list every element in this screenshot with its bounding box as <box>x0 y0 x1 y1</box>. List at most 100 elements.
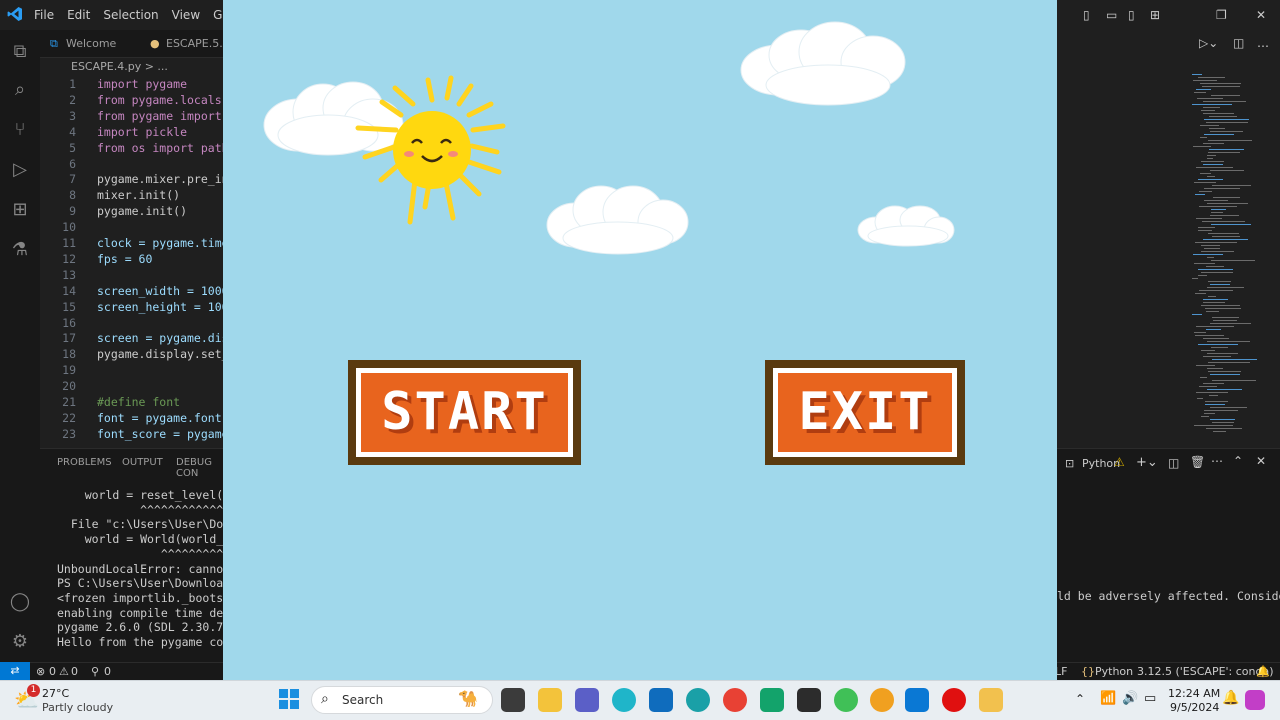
search-icon[interactable]: ⌕ <box>8 78 32 102</box>
code-text[interactable]: fps = 60 <box>97 251 152 267</box>
split-editor-icon[interactable]: ◫ <box>1233 36 1244 50</box>
tab-debug-console[interactable]: DEBUG CON <box>176 457 223 479</box>
chrome-canary-icon[interactable] <box>870 688 894 712</box>
copilot-icon[interactable] <box>1245 690 1265 710</box>
tab-welcome[interactable]: ⧉ Welcome <box>40 30 138 58</box>
explorer-icon[interactable]: ⧉ <box>8 40 32 64</box>
ports-count[interactable]: 0 <box>104 665 111 678</box>
start-button[interactable]: START <box>348 360 581 465</box>
pygame-taskbar-icon[interactable] <box>979 688 1003 712</box>
tab-problems[interactable]: PROBLEMS <box>57 457 112 468</box>
extensions-icon[interactable]: ⊞ <box>8 198 32 222</box>
weather-widget[interactable]: ⛅ 1 <box>14 684 42 712</box>
minimap-line <box>1210 407 1247 408</box>
remote-indicator-icon[interactable]: ⇄ <box>0 662 30 680</box>
warnings-count[interactable]: 0 <box>71 665 78 678</box>
code-text[interactable]: pygame.init() <box>97 203 187 219</box>
minimap-line <box>1205 308 1241 309</box>
exit-button[interactable]: EXIT <box>765 360 965 465</box>
teams-icon[interactable] <box>575 688 599 712</box>
code-text[interactable]: pygame.mixer.pre_ini <box>97 171 223 187</box>
code-text[interactable]: import pygame <box>97 76 187 92</box>
minimap[interactable] <box>1180 60 1270 450</box>
clock-time[interactable]: 12:24 AM <box>1168 687 1220 700</box>
pygame-window[interactable]: START EXIT <box>223 0 1057 680</box>
vscode-taskbar-icon[interactable] <box>905 688 929 712</box>
volume-icon[interactable]: 🔊 <box>1122 691 1138 706</box>
code-text[interactable]: clock = pygame.time. <box>97 235 223 251</box>
toggle-sidebar-icon[interactable]: ▯ <box>1083 8 1090 22</box>
mail-icon[interactable] <box>649 688 673 712</box>
edge-icon[interactable] <box>686 688 710 712</box>
canva-icon[interactable] <box>612 688 636 712</box>
menu-view[interactable]: View <box>172 8 200 22</box>
app-green-icon[interactable] <box>834 688 858 712</box>
battery-icon[interactable]: ▭ <box>1144 691 1156 706</box>
tab-output[interactable]: OUTPUT <box>122 457 163 468</box>
source-control-icon[interactable]: ⑂ <box>8 118 32 142</box>
breadcrumb[interactable]: ESCAPE.4.py > ... <box>40 58 223 76</box>
code-text[interactable]: screen_height = 1000 <box>97 299 223 315</box>
errors-icon[interactable]: ⊗ <box>36 665 45 678</box>
warnings-icon[interactable]: ⚠ <box>59 665 69 678</box>
show-hidden-icons-icon[interactable]: ⌃ <box>1075 692 1085 706</box>
weather-temp[interactable]: 27°C <box>42 687 69 700</box>
manage-gear-icon[interactable]: ⚙ <box>8 630 32 654</box>
terminal-app-icon[interactable] <box>797 688 821 712</box>
language-mode[interactable]: Python <box>1095 665 1133 678</box>
run-debug-icon[interactable]: ▷ <box>8 158 32 182</box>
tab-escape5[interactable]: ● ESCAPE.5.py <box>140 30 236 58</box>
code-text[interactable]: screen = pygame.disp <box>97 330 223 346</box>
maximize-panel-icon[interactable]: ⌃ <box>1233 454 1243 468</box>
weather-desc[interactable]: Partly cloudy <box>42 701 113 714</box>
code-text[interactable]: from os import path <box>97 140 223 156</box>
code-text[interactable]: screen_width = 1000 <box>97 283 223 299</box>
run-python-icon[interactable]: ▷⌄ <box>1199 36 1218 50</box>
toggle-secondary-sidebar-icon[interactable]: ▯ <box>1128 8 1135 22</box>
python-interpreter[interactable]: 3.12.5 ('ESCAPE': conda) <box>1137 665 1274 678</box>
code-text[interactable]: import pickle <box>97 124 187 140</box>
menu-file[interactable]: File <box>34 8 54 22</box>
wifi-icon[interactable]: 📶 <box>1100 691 1116 706</box>
new-terminal-icon[interactable]: +⌄ <box>1136 455 1158 470</box>
file-explorer-icon[interactable] <box>538 688 562 712</box>
errors-count[interactable]: 0 <box>49 665 56 678</box>
restore-window-icon[interactable]: ❐ <box>1216 8 1227 22</box>
taskbar-search[interactable]: ⌕ Search 🐪 <box>311 686 493 714</box>
notifications-bell-icon[interactable]: 🔔 <box>1256 665 1270 678</box>
customize-layout-icon[interactable]: ⊞ <box>1150 8 1160 22</box>
store-icon[interactable] <box>760 688 784 712</box>
code-text[interactable]: from pygame import m <box>97 108 223 124</box>
task-view-icon[interactable] <box>501 688 525 712</box>
close-window-icon[interactable]: ✕ <box>1256 8 1266 22</box>
menu-edit[interactable]: Edit <box>67 8 90 22</box>
notification-center-icon[interactable]: 🔔 <box>1222 690 1239 706</box>
more-terminal-actions-icon[interactable]: ⋯ <box>1211 454 1223 468</box>
code-text[interactable]: mixer.init() <box>97 187 180 203</box>
testing-icon[interactable]: ⚗ <box>8 238 32 262</box>
ports-icon[interactable]: ⚲ <box>91 665 99 678</box>
code-text[interactable]: pygame.display.set_c <box>97 346 223 362</box>
accounts-icon[interactable]: ◯ <box>8 590 32 614</box>
close-panel-icon[interactable]: ✕ <box>1256 454 1266 468</box>
code-text[interactable]: font_score = pygame. <box>97 426 223 442</box>
code-text[interactable]: font = pygame.font.S <box>97 410 223 426</box>
minimap-line <box>1201 161 1224 162</box>
windows-start-icon[interactable] <box>279 689 299 709</box>
minimap-line <box>1210 131 1243 132</box>
code-editor[interactable]: 1 import pygame 2 from pygame.locals i 3 from… <box>40 76 223 448</box>
recorder-icon[interactable] <box>942 688 966 712</box>
minimap-line <box>1200 137 1207 138</box>
minimap-line <box>1199 386 1217 387</box>
clock-date[interactable]: 9/5/2024 <box>1170 701 1219 714</box>
split-terminal-icon[interactable]: ◫ <box>1168 456 1179 470</box>
menu-selection[interactable]: Selection <box>103 8 158 22</box>
code-text[interactable]: #define font <box>97 394 180 410</box>
more-actions-icon[interactable]: … <box>1257 36 1269 50</box>
chrome-icon[interactable] <box>723 688 747 712</box>
code-text[interactable]: from pygame.locals i <box>97 92 223 108</box>
line-number: 10 <box>62 220 76 235</box>
kill-terminal-icon[interactable]: 🗑 <box>1190 455 1205 469</box>
line-number: 20 <box>62 379 76 394</box>
toggle-panel-icon[interactable]: ▭ <box>1106 8 1117 22</box>
